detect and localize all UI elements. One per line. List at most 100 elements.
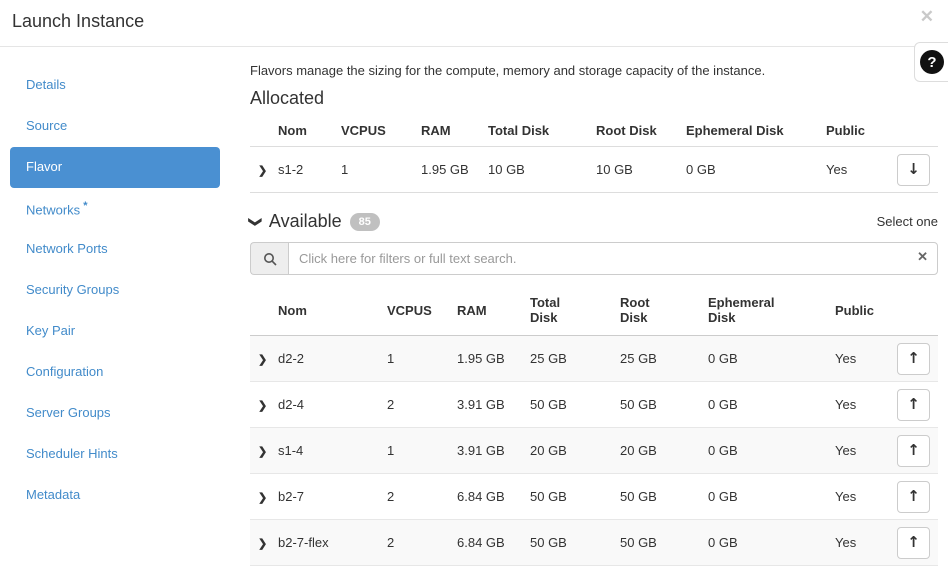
expand-chevron-icon[interactable]: ❯: [258, 354, 267, 366]
sidebar-item-label: Network Ports: [26, 241, 108, 256]
allocate-button: ↑: [897, 434, 930, 467]
flavor-ram: 3.91 GB: [457, 397, 505, 412]
sidebar-item-label: Key Pair: [26, 323, 76, 338]
col-name: Nom: [278, 302, 307, 318]
sidebar-item-configuration[interactable]: Configuration: [10, 352, 220, 393]
allocated-header-row: Nom VCPUS RAM Total Disk Root Disk Ephem…: [250, 117, 938, 147]
flavor-vcpus: 1: [387, 351, 395, 366]
flavor-total-disk: 50 GB: [530, 397, 567, 412]
col-ephemeral-disk: Ephemeral Disk: [708, 295, 775, 325]
allocated-flavor-row: ❯ s1-2 1 1.95 GB 10 GB 10 GB 0 GB Yes ↓: [250, 146, 938, 193]
col-ram: RAM: [421, 123, 451, 138]
page-title: Launch Instance: [12, 11, 145, 31]
step-description: Flavors manage the sizing for the comput…: [250, 63, 766, 78]
col-root-disk: Root Disk: [620, 295, 650, 325]
arrow-up-icon: ↑: [907, 441, 920, 459]
col-vcpus: VCPUS: [387, 302, 432, 318]
arrow-up-icon: ↑: [907, 395, 920, 413]
help-button[interactable]: ?: [914, 42, 948, 82]
flavor-root-disk: 10 GB: [596, 162, 633, 177]
flavor-ephemeral-disk: 0 GB: [708, 351, 738, 366]
flavor-total-disk: 25 GB: [530, 351, 567, 366]
sidebar-item-networks[interactable]: Networks *: [10, 188, 220, 229]
flavor-vcpus: 2: [387, 535, 395, 550]
expand-chevron-icon[interactable]: ❯: [258, 492, 267, 504]
search-input[interactable]: [288, 242, 938, 275]
col-public: Public: [826, 123, 866, 138]
available-heading: Available: [268, 211, 342, 231]
sidebar-item-scheduler-hints[interactable]: Scheduler Hints: [10, 434, 220, 475]
sidebar-item-label: Networks: [26, 202, 81, 218]
sidebar-item-security-groups[interactable]: Security Groups: [10, 270, 220, 311]
sidebar-item-key-pair[interactable]: Key Pair: [10, 311, 220, 352]
flavor-public: Yes: [835, 351, 857, 366]
flavor-name: b2-7: [278, 489, 305, 504]
allocate-button: ↑: [897, 480, 930, 513]
flavor-root-disk: 50 GB: [620, 489, 657, 504]
chevron-down-icon: ❯: [248, 216, 264, 227]
flavor-ephemeral-disk: 0 GB: [708, 443, 738, 458]
expand-chevron-icon[interactable]: ❯: [258, 165, 267, 177]
flavor-public: Yes: [835, 489, 857, 504]
flavor-root-disk: 50 GB: [620, 397, 657, 412]
col-vcpus: VCPUS: [341, 123, 386, 138]
flavor-name: d2-2: [278, 351, 305, 366]
clear-search-icon[interactable]: ✕: [917, 250, 928, 263]
available-flavor-row: ❯ d2-2 1 1.95 GB 25 GB 25 GB 0 GB Yes ↑: [250, 335, 938, 382]
allocate-button: ↑: [897, 388, 930, 421]
arrow-up-icon: ↑: [907, 487, 920, 505]
sidebar-item-label: Source: [26, 118, 68, 133]
flavor-name: s1-4: [278, 443, 304, 458]
flavor-root-disk: 50 GB: [620, 535, 657, 550]
flavor-name: s1-2: [278, 162, 304, 177]
modal-header: Launch Instance ✕: [0, 0, 948, 47]
available-flavor-row: ❯ s1-4 1 3.91 GB 20 GB 20 GB 0 GB Yes ↑: [250, 427, 938, 474]
flavor-ephemeral-disk: 0 GB: [686, 162, 716, 177]
flavor-vcpus: 2: [387, 489, 395, 504]
flavor-ram: 1.95 GB: [421, 162, 469, 177]
flavor-total-disk: 50 GB: [530, 535, 567, 550]
wizard-sidebar: Details Source Flavor Networks * Network …: [0, 47, 240, 572]
flavor-vcpus: 1: [341, 162, 349, 177]
expand-chevron-icon[interactable]: ❯: [258, 400, 267, 412]
available-collapse-toggle[interactable]: ❯ Available 85: [248, 211, 380, 232]
flavor-vcpus: 2: [387, 397, 395, 412]
deallocate-button: ↓: [897, 153, 930, 186]
allocated-heading: Allocated: [250, 88, 325, 108]
sidebar-item-network-ports[interactable]: Network Ports: [10, 229, 220, 270]
sidebar-item-flavor[interactable]: Flavor: [10, 147, 220, 188]
col-public: Public: [835, 302, 875, 318]
sidebar-item-label: Metadata: [26, 487, 81, 502]
sidebar-item-label: Security Groups: [26, 282, 120, 297]
allocate-button: ↑: [897, 526, 930, 559]
sidebar-item-label: Configuration: [26, 364, 104, 379]
flavor-total-disk: 50 GB: [530, 489, 567, 504]
col-name: Nom: [278, 123, 307, 138]
flavor-total-disk: 10 GB: [488, 162, 525, 177]
flavor-ephemeral-disk: 0 GB: [708, 535, 738, 550]
help-icon: ?: [920, 50, 944, 74]
modal-body: Details Source Flavor Networks * Network …: [0, 47, 948, 572]
flavor-ram: 1.95 GB: [457, 351, 505, 366]
flavor-ephemeral-disk: 0 GB: [708, 397, 738, 412]
flavor-step-panel: Flavors manage the sizing for the comput…: [240, 47, 948, 572]
sidebar-item-label: Flavor: [26, 159, 63, 174]
sidebar-item-server-groups[interactable]: Server Groups: [10, 393, 220, 434]
flavor-public: Yes: [835, 397, 857, 412]
sidebar-item-label: Server Groups: [26, 405, 111, 420]
sidebar-item-metadata[interactable]: Metadata: [10, 475, 220, 516]
flavor-vcpus: 1: [387, 443, 395, 458]
arrow-up-icon: ↑: [907, 533, 920, 551]
required-marker: *: [83, 200, 88, 212]
col-ram: RAM: [457, 302, 487, 318]
sidebar-item-source[interactable]: Source: [10, 106, 220, 147]
search-icon: [250, 242, 288, 275]
sidebar-item-label: Details: [26, 77, 66, 92]
sidebar-item-details[interactable]: Details: [10, 65, 220, 106]
allocated-table: Nom VCPUS RAM Total Disk Root Disk Ephem…: [250, 117, 938, 193]
col-total-disk: Total Disk: [488, 123, 550, 138]
expand-chevron-icon[interactable]: ❯: [258, 538, 267, 550]
expand-chevron-icon[interactable]: ❯: [258, 446, 267, 458]
available-section-header: ❯ Available 85 Select one: [248, 211, 938, 232]
close-icon[interactable]: ✕: [920, 8, 934, 25]
